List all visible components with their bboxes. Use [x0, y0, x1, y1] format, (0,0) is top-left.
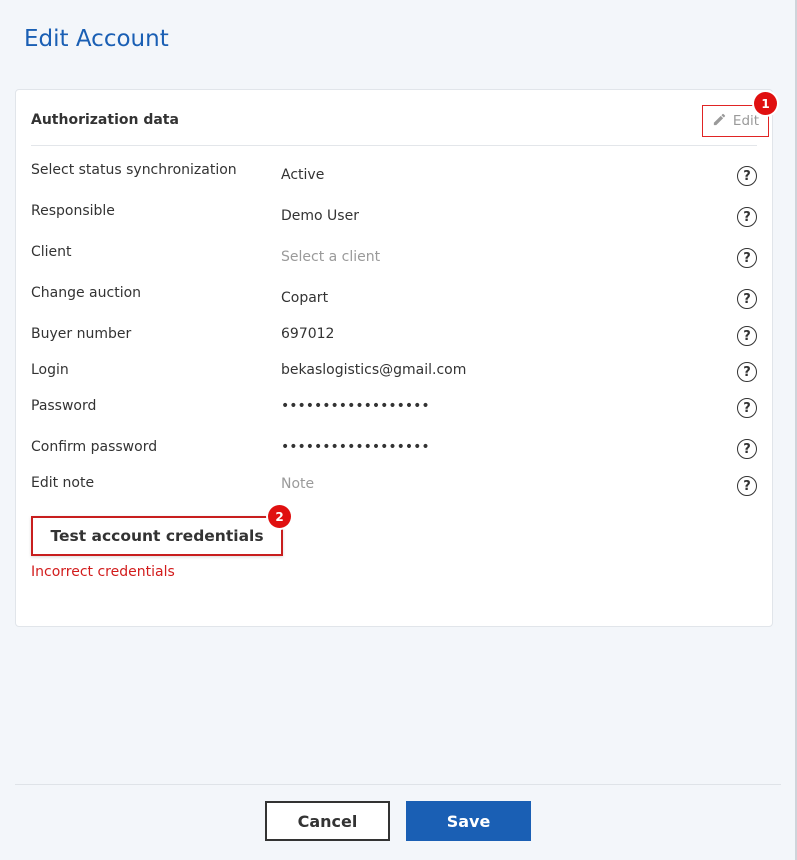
field-label: Select status synchronization — [31, 162, 237, 178]
status-select[interactable]: Active — [281, 167, 324, 183]
login-input[interactable]: bekaslogistics@gmail.com — [281, 362, 466, 378]
field-row-client: Client Select a client ? — [31, 244, 759, 268]
question-circle-icon[interactable]: ? — [737, 476, 757, 496]
save-button[interactable]: Save — [406, 801, 531, 841]
field-row-confirm-password: Confirm password •••••••••••••••••• ? — [31, 439, 759, 461]
note-input[interactable]: Note — [281, 476, 314, 492]
footer-divider — [15, 784, 781, 785]
field-label: Password — [31, 398, 97, 414]
cancel-button[interactable]: Cancel — [265, 801, 390, 841]
field-label: Change auction — [31, 285, 142, 301]
question-circle-icon[interactable]: ? — [737, 439, 757, 459]
edit-button-label: Edit — [732, 113, 760, 129]
field-row-password: Password •••••••••••••••••• ? — [31, 398, 759, 420]
section-title: Authorization data — [31, 112, 179, 128]
responsible-select[interactable]: Demo User — [281, 208, 359, 224]
field-label: Client — [31, 244, 72, 260]
field-row-login: Login bekaslogistics@gmail.com ? — [31, 362, 759, 384]
field-label: Confirm password — [31, 439, 158, 455]
authorization-card: Authorization data Edit 1 Select status … — [15, 89, 777, 627]
step-badge-1: 1 — [754, 92, 777, 115]
question-circle-icon[interactable]: ? — [737, 207, 757, 227]
question-circle-icon[interactable]: ? — [737, 289, 757, 309]
password-input[interactable]: •••••••••••••••••• — [281, 398, 430, 414]
field-row-responsible: Responsible Demo User ? — [31, 203, 759, 227]
field-row-status: Select status synchronization Active ? — [31, 162, 759, 186]
buyer-number-input[interactable]: 697012 — [281, 326, 334, 342]
field-row-note: Edit note Note ? — [31, 475, 759, 497]
field-label: Login — [31, 362, 69, 378]
auction-select[interactable]: Copart — [281, 290, 328, 306]
client-select[interactable]: Select a client — [281, 249, 380, 265]
question-circle-icon[interactable]: ? — [737, 326, 757, 346]
question-circle-icon[interactable]: ? — [737, 248, 757, 268]
pencil-icon — [712, 112, 727, 131]
card-header: Authorization data — [31, 90, 757, 146]
error-message: Incorrect credentials — [31, 564, 175, 580]
field-row-auction: Change auction Copart ? — [31, 285, 759, 309]
page-title: Edit Account — [24, 26, 169, 52]
field-label: Responsible — [31, 203, 115, 219]
field-row-buyer-number: Buyer number 697012 ? — [31, 326, 759, 348]
question-circle-icon[interactable]: ? — [737, 362, 757, 382]
question-circle-icon[interactable]: ? — [737, 166, 757, 186]
field-label: Edit note — [31, 475, 95, 491]
confirm-password-input[interactable]: •••••••••••••••••• — [281, 439, 430, 455]
step-badge-2: 2 — [268, 505, 291, 528]
question-circle-icon[interactable]: ? — [737, 398, 757, 418]
test-credentials-button[interactable]: Test account credentials — [31, 516, 283, 556]
field-label: Buyer number — [31, 326, 132, 342]
